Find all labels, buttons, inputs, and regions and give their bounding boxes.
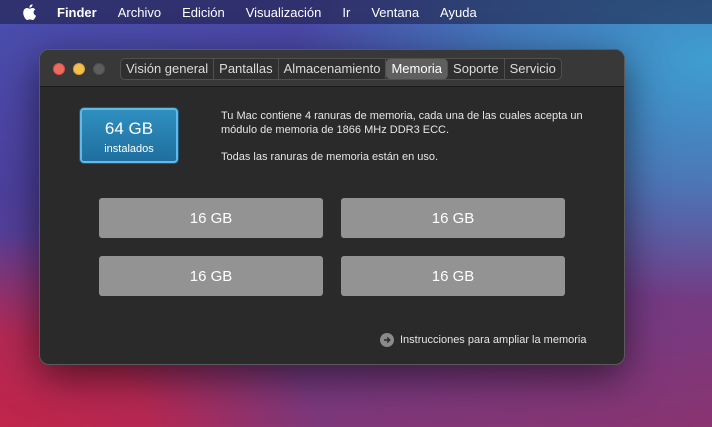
memory-slot-4: 16 GB: [341, 256, 565, 296]
about-this-mac-window: Visión general Pantallas Almacenamiento …: [39, 49, 625, 365]
memory-slots-status: Todas las ranuras de memoria están en us…: [221, 151, 439, 163]
menu-finder[interactable]: Finder: [57, 5, 97, 20]
segmented-tabs: Visión general Pantallas Almacenamiento …: [120, 58, 562, 80]
menu-archivo[interactable]: Archivo: [118, 5, 161, 20]
memory-upgrade-instructions-link[interactable]: Instrucciones para ampliar la memoria: [380, 333, 586, 347]
installed-memory-size: 64 GB: [104, 119, 154, 138]
title-bar: Visión general Pantallas Almacenamiento …: [40, 50, 624, 87]
arrow-right-circle-icon: [380, 333, 394, 347]
apple-logo-icon[interactable]: [22, 4, 36, 20]
menu-ir[interactable]: Ir: [342, 5, 350, 20]
menu-bar: Finder Archivo Edición Visualización Ir …: [0, 0, 712, 24]
memory-slot-2: 16 GB: [341, 198, 565, 238]
memory-slot-3: 16 GB: [99, 256, 323, 296]
memory-description: Tu Mac contiene 4 ranuras de memoria, ca…: [221, 109, 616, 164]
tab-pantallas[interactable]: Pantallas: [214, 59, 279, 79]
tab-soporte[interactable]: Soporte: [448, 59, 505, 79]
installed-memory-caption: instalados: [104, 143, 154, 155]
menu-ventana[interactable]: Ventana: [371, 5, 419, 20]
tab-memoria[interactable]: Memoria: [386, 59, 449, 79]
close-button[interactable]: [53, 63, 65, 75]
installed-memory-badge: 64 GB instalados: [80, 108, 178, 163]
memory-slot-1: 16 GB: [99, 198, 323, 238]
tab-almacenamiento[interactable]: Almacenamiento: [279, 59, 387, 79]
memory-slots-info: Tu Mac contiene 4 ranuras de memoria, ca…: [221, 110, 583, 136]
menu-ayuda[interactable]: Ayuda: [440, 5, 477, 20]
zoom-button[interactable]: [93, 63, 105, 75]
menu-edicion[interactable]: Edición: [182, 5, 225, 20]
memory-upgrade-instructions-label: Instrucciones para ampliar la memoria: [400, 334, 587, 346]
minimize-button[interactable]: [73, 63, 85, 75]
tab-servicio[interactable]: Servicio: [505, 59, 561, 79]
menu-visualizacion[interactable]: Visualización: [246, 5, 322, 20]
tab-vision-general[interactable]: Visión general: [121, 59, 215, 79]
